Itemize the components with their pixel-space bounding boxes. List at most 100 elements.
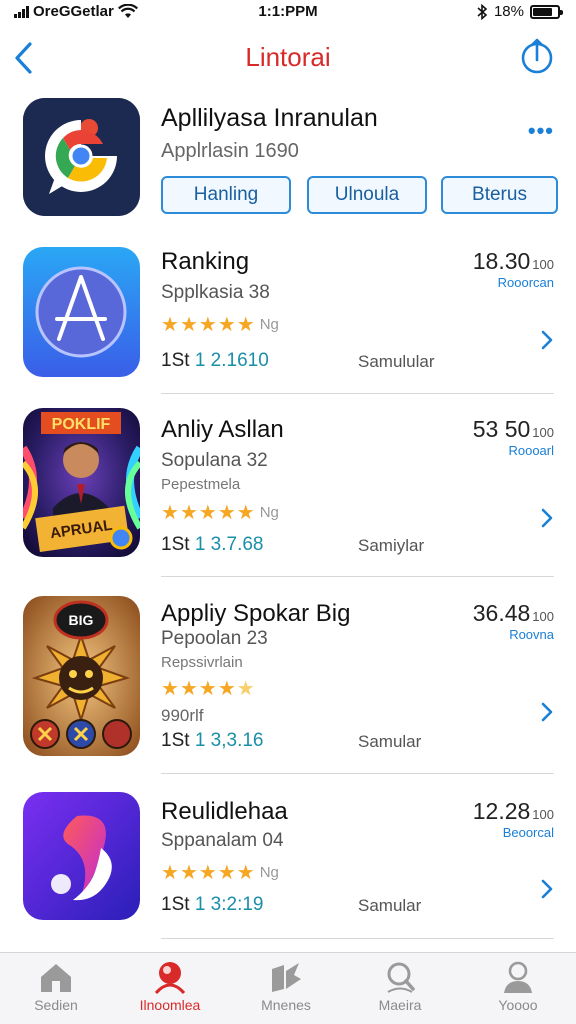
price-main: 53 50 100 [473, 416, 554, 443]
meta-value: 1 3:2:19 [194, 894, 264, 915]
seller-name: Samulular [358, 352, 435, 371]
app-subtitle: Pepoolan 23 [161, 628, 268, 649]
app-meta: 1St 1 3.7.68 [161, 534, 263, 556]
share-icon[interactable] [520, 36, 554, 76]
home-icon [41, 964, 71, 992]
page-title: Lintorai [245, 42, 331, 72]
price-unit: 100 [532, 425, 554, 440]
tab-search[interactable]: Maeira [352, 959, 448, 1021]
filter-button-1[interactable]: Hanling [161, 176, 291, 214]
app-title: Ranking [161, 248, 250, 275]
battery-icon [530, 4, 563, 19]
price-main: 12.28 100 [473, 798, 554, 825]
chevron-right-icon[interactable] [540, 507, 554, 529]
filter-button-3[interactable]: Bterus [441, 176, 558, 214]
row-divider [161, 393, 554, 394]
price-value: 36.48 [472, 600, 531, 626]
app-title: Anliy Asllan [161, 416, 284, 443]
seller-name: Samular [358, 896, 422, 915]
star-icon: ★ [198, 314, 217, 336]
star-icon: ★ [179, 314, 198, 336]
app-row-anliy[interactable]: POKLIF APRUAL Anliy Asllan Sopulana 32 P… [0, 408, 576, 577]
game-app-icon: BIG [23, 596, 140, 756]
price-subtext: Roooarl [508, 443, 554, 458]
app-subtitle: Sopulana 32 [161, 450, 268, 471]
meta-prefix: 1St [161, 730, 190, 751]
star-icon: ★ [198, 678, 217, 700]
featured-title: Apllilyasa Inranulan [161, 104, 378, 132]
browser-app-icon[interactable] [23, 98, 140, 216]
svg-text:BIG: BIG [69, 612, 94, 628]
apps-icon [272, 963, 301, 992]
tab-label: Maeira [378, 997, 422, 1013]
tab-bar: Sedien Ilnoomlea Mnenes Maeira Yoooo [0, 952, 576, 1024]
price-block: 12.28 100 Beoorcal [473, 798, 554, 840]
star-icon: ★ [161, 862, 179, 884]
seller-name: Samular [358, 732, 422, 751]
filter-button-2[interactable]: Ulnoula [307, 176, 427, 214]
app-row-ranking[interactable]: Ranking Spplkasia 38 ★ ★ ★ ★ ★ Ng 1St 1 2.16… [0, 240, 576, 394]
price-subtext: Roovna [509, 627, 554, 642]
star-icon: ★ [161, 502, 179, 524]
meta-prefix: 1St [161, 894, 190, 915]
app-subtitle: Sppanalam 04 [161, 830, 284, 851]
status-bar: OreGGetlar 1:1:PPM 18% [0, 0, 576, 26]
rating-count: Ng [259, 316, 279, 333]
meta-prefix: 1St [161, 350, 190, 371]
price-block: 36.48 100 Roovna [473, 600, 554, 642]
app-meta: 1St 1 3,3.16 [161, 730, 263, 752]
price-subtext: Beoorcal [502, 825, 554, 840]
price-subtext: Rooorcan [497, 275, 554, 290]
svg-text:POKLIF: POKLIF [52, 416, 111, 433]
featured-app: Apllilyasa Inranulan Applrlasin 1690 •••… [0, 98, 576, 220]
bluetooth-icon [477, 3, 488, 20]
profile-icon [504, 961, 532, 993]
chevron-right-icon[interactable] [540, 701, 554, 723]
battery-percent: 18% [493, 3, 524, 20]
star-icon: ★ [236, 502, 255, 524]
app-row-spokar[interactable]: BIG Appliy Spokar Big Pepoolan 23 Repssi… [0, 596, 576, 776]
tab-home[interactable]: Sedien [8, 959, 104, 1021]
nav-bar: Lintorai [0, 32, 576, 84]
more-options-icon[interactable]: ••• [528, 118, 554, 144]
tab-profile[interactable]: Yoooo [470, 959, 566, 1021]
row-divider [161, 938, 554, 939]
meta-value: 1 2.1610 [194, 350, 269, 371]
star-icon: ★ [236, 314, 255, 336]
price-unit: 100 [532, 257, 554, 272]
price-value: 53 50 [472, 416, 531, 442]
music-app-icon [23, 792, 140, 920]
price-main: 36.48 100 [473, 600, 554, 627]
star-icon: ★ [217, 502, 236, 524]
half-star-icon: ★ [236, 678, 255, 700]
star-rating: ★ ★ ★ ★ ★ Ng [161, 860, 279, 885]
featured-subtitle: Applrlasin 1690 [161, 140, 299, 162]
star-icon: ★ [179, 678, 198, 700]
app-row-reulidlehaa[interactable]: Reulidlehaa Sppanalam 04 ★ ★ ★ ★ ★ Ng 1St 1 … [0, 792, 576, 942]
row-divider [161, 576, 554, 577]
chevron-right-icon[interactable] [540, 329, 554, 351]
price-block: 18.30 100 Rooorcan [473, 248, 554, 290]
star-icon: ★ [161, 678, 179, 700]
price-main: 18.30 100 [473, 248, 554, 275]
rating-count: Ng [259, 864, 279, 881]
price-block: 53 50 100 Roooarl [473, 416, 554, 458]
meta-value: 1 3,3.16 [194, 730, 264, 751]
tab-label: Ilnoomlea [139, 997, 201, 1013]
tab-featured[interactable]: Ilnoomlea [122, 959, 218, 1021]
app-category: Pepestmela [161, 476, 241, 493]
seller-name: Samiylar [358, 536, 425, 555]
app-meta: 1St 1 2.1610 [161, 350, 269, 372]
star-icon: ★ [217, 862, 236, 884]
poster-app-icon: POKLIF APRUAL [23, 408, 140, 557]
star-icon: ★ [217, 314, 236, 336]
featured-icon [154, 962, 186, 995]
price-value: 18.30 [472, 248, 531, 274]
rating-count: Ng [259, 504, 279, 521]
price-unit: 100 [532, 609, 554, 624]
chevron-right-icon[interactable] [540, 878, 554, 900]
status-right: 18% [476, 3, 563, 20]
app-title: Appliy Spokar Big [161, 600, 351, 627]
tab-apps[interactable]: Mnenes [238, 959, 334, 1021]
meta-value: 1 3.7.68 [194, 534, 264, 555]
